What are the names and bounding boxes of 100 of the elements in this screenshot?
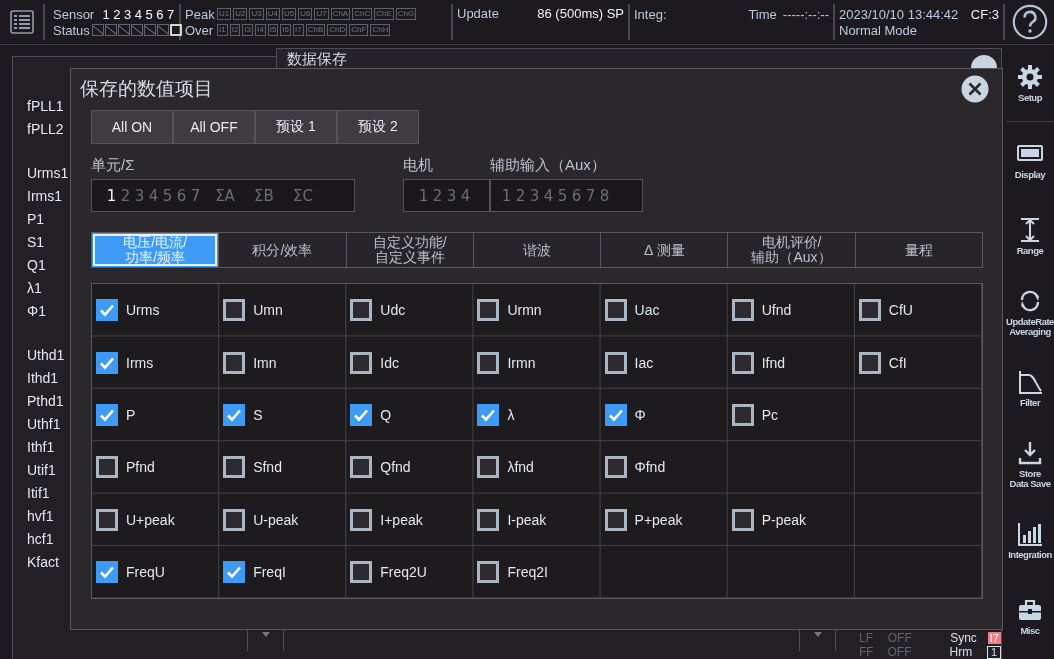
aux-option[interactable]: 4 xyxy=(543,186,554,205)
checkbox-label: P-peak xyxy=(761,511,807,528)
unit-option[interactable]: ΣA xyxy=(210,186,240,205)
aux-option[interactable]: 2 xyxy=(515,186,526,205)
measurement-name: Itif1 xyxy=(27,484,51,503)
category-tab[interactable]: 电机评价/ 辅助（Aux） xyxy=(727,233,855,267)
checkbox[interactable] xyxy=(223,351,246,374)
aux-option[interactable]: 7 xyxy=(585,186,596,205)
checkbox[interactable] xyxy=(477,456,500,479)
checkbox[interactable] xyxy=(731,508,754,531)
aux-option[interactable]: 1 xyxy=(501,186,512,205)
checkbox[interactable] xyxy=(731,403,754,426)
measurement-name: Uthd1 xyxy=(27,346,66,365)
sensor-label: Sensor xyxy=(53,6,96,22)
checkbox[interactable] xyxy=(477,561,500,584)
unit-option[interactable]: 3 xyxy=(134,186,145,205)
unit-label: 单元/Σ xyxy=(91,156,136,175)
preset-button[interactable]: All OFF xyxy=(173,110,255,144)
checkbox[interactable] xyxy=(96,403,118,426)
unit-option[interactable]: 7 xyxy=(190,186,201,205)
sync-badge: I7 xyxy=(987,632,1001,644)
checkbox[interactable] xyxy=(96,299,118,322)
motor-option[interactable]: 3 xyxy=(446,186,457,205)
category-tab[interactable]: 量程 xyxy=(854,233,982,267)
checkbox[interactable] xyxy=(223,299,246,322)
checkbox[interactable] xyxy=(350,351,373,374)
checkbox[interactable] xyxy=(604,456,627,479)
over-flag: I5 xyxy=(267,24,279,36)
checkbox[interactable] xyxy=(350,508,373,531)
checkbox[interactable] xyxy=(223,456,246,479)
aux-selector[interactable]: 1 2 3 4 5 6 7 8 xyxy=(490,179,643,212)
menu-button[interactable]: UpdateRate Averaging xyxy=(1006,274,1054,350)
checkbox[interactable] xyxy=(350,456,373,479)
unit-option[interactable]: 6 xyxy=(176,186,187,205)
checkbox[interactable] xyxy=(350,299,373,322)
checkbox[interactable] xyxy=(858,299,881,322)
menu-button[interactable]: Setup xyxy=(1006,45,1054,122)
aux-option[interactable]: 3 xyxy=(529,186,540,205)
motor-option[interactable]: 4 xyxy=(460,186,471,205)
integ-label: Integ: xyxy=(634,7,667,22)
menu-button[interactable]: Misc xyxy=(1006,578,1054,654)
peak-flag: ChG xyxy=(395,8,417,20)
unit-selector[interactable]: 1 2 3 4 5 6 7 ΣA ΣB ΣC xyxy=(91,179,355,212)
checkbox[interactable] xyxy=(223,561,246,584)
checkbox[interactable] xyxy=(731,299,754,322)
checkbox-label: P+peak xyxy=(634,511,683,528)
category-tab[interactable]: Δ 测量 xyxy=(600,233,728,267)
list-icon[interactable] xyxy=(8,9,35,35)
checkbox[interactable] xyxy=(350,403,373,426)
unit-option[interactable]: 4 xyxy=(148,186,159,205)
checkbox-label: Imn xyxy=(253,354,277,371)
checkbox[interactable] xyxy=(223,403,246,426)
checkbox[interactable] xyxy=(96,351,118,374)
settings-icon xyxy=(1016,63,1044,90)
menu-button[interactable]: Display xyxy=(1006,122,1054,198)
checkbox[interactable] xyxy=(223,508,246,531)
checkbox[interactable] xyxy=(96,508,118,531)
close-icon[interactable] xyxy=(961,75,989,103)
menu-button[interactable]: Store Data Save xyxy=(1006,426,1054,502)
category-tab[interactable]: 电压/电流/ 功率/频率 xyxy=(92,233,219,267)
peak-flag: U4 xyxy=(265,8,280,20)
category-tab[interactable]: 自定义功能/ 自定义事件 xyxy=(345,233,473,267)
motor-option[interactable]: 2 xyxy=(432,186,443,205)
menu-button[interactable]: Integration xyxy=(1006,502,1054,578)
checkbox[interactable] xyxy=(604,508,627,531)
preset-button[interactable]: 预设 2 xyxy=(337,110,419,144)
time-label: Time xyxy=(748,7,777,22)
aux-option[interactable]: 8 xyxy=(599,186,610,205)
unit-option[interactable]: 2 xyxy=(120,186,131,205)
checkbox[interactable] xyxy=(731,351,754,374)
category-tab[interactable]: 积分/效率 xyxy=(218,233,346,267)
checkbox[interactable] xyxy=(96,456,118,479)
checkbox-label: I+peak xyxy=(380,511,423,528)
preset-button[interactable]: All ON xyxy=(91,110,173,144)
checkbox-label: Freq2I xyxy=(507,564,548,581)
checkbox[interactable] xyxy=(858,351,881,374)
checkbox[interactable] xyxy=(477,403,500,426)
checkbox[interactable] xyxy=(604,299,627,322)
motor-option[interactable]: 1 xyxy=(418,186,429,205)
menu-button[interactable]: Filter xyxy=(1006,350,1054,426)
checkbox[interactable] xyxy=(477,508,500,531)
motor-selector[interactable]: 1 2 3 4 xyxy=(403,179,490,212)
checkbox[interactable] xyxy=(604,403,627,426)
aux-option[interactable]: 6 xyxy=(571,186,582,205)
unit-option[interactable]: ΣC xyxy=(288,186,318,205)
checkbox[interactable] xyxy=(350,561,373,584)
measurement-name: hvf1 xyxy=(27,507,55,526)
checkbox[interactable] xyxy=(477,299,500,322)
checkbox[interactable] xyxy=(477,351,500,374)
unit-option[interactable]: 5 xyxy=(162,186,173,205)
sensor-number: 6 xyxy=(155,6,165,22)
measurement-name: P1 xyxy=(27,210,46,229)
checkbox[interactable] xyxy=(604,351,627,374)
aux-option[interactable]: 5 xyxy=(557,186,568,205)
menu-button[interactable]: Range xyxy=(1006,198,1054,274)
unit-option[interactable]: 1 xyxy=(106,186,117,205)
category-tab[interactable]: 谐波 xyxy=(472,233,601,267)
unit-option[interactable]: ΣB xyxy=(249,186,279,205)
preset-button[interactable]: 预设 1 xyxy=(255,110,337,144)
checkbox[interactable] xyxy=(96,561,118,584)
